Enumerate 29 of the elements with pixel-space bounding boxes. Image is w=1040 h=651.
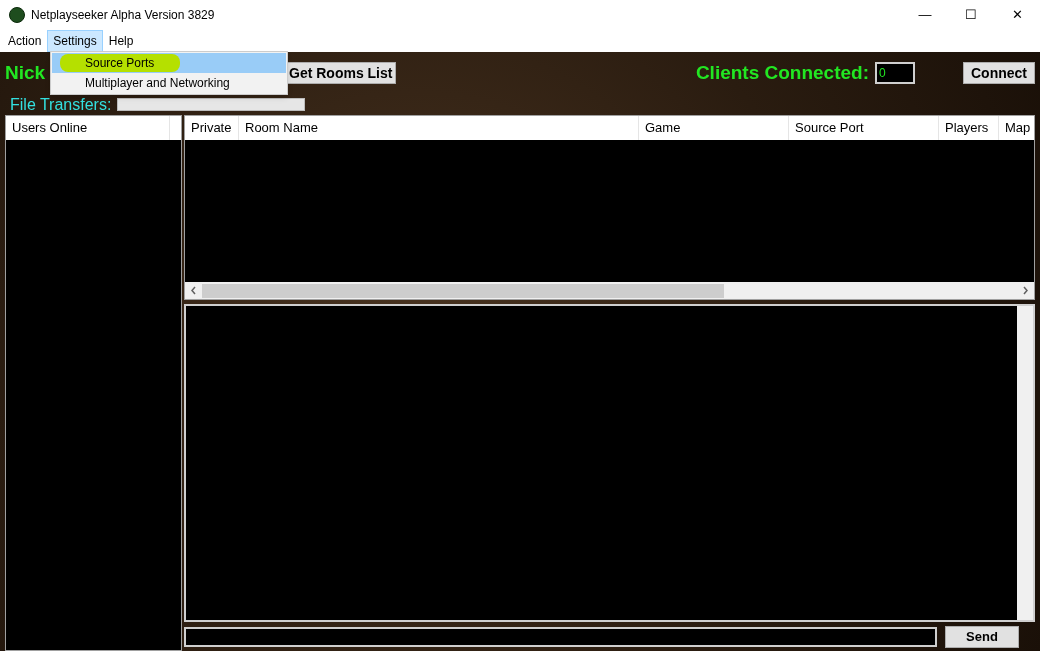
- message-input-field[interactable]: [184, 626, 937, 647]
- window-title: Netplayseeker Alpha Version 3829: [31, 7, 215, 24]
- clients-connected-label: Clients Connected:: [695, 60, 869, 85]
- scrollbar-thumb[interactable]: [202, 283, 724, 298]
- column-header[interactable]: Game: [639, 116, 789, 140]
- vertical-scrollbar[interactable]: [1017, 306, 1033, 620]
- send-button[interactable]: Send: [945, 625, 1019, 648]
- scroll-left-icon[interactable]: [190, 286, 197, 295]
- clients-count-field[interactable]: 0: [875, 62, 915, 84]
- menu-item[interactable]: Help: [102, 30, 140, 52]
- close-button[interactable]: ✕: [994, 0, 1040, 30]
- dropdown-item[interactable]: Source Ports: [52, 53, 286, 73]
- column-header[interactable]: Private: [185, 116, 239, 140]
- minimize-button[interactable]: —: [902, 0, 948, 30]
- menu-item[interactable]: Action: [2, 30, 48, 52]
- maximize-button[interactable]: ☐: [948, 0, 994, 30]
- app-logo-icon: [9, 7, 25, 23]
- file-transfers-label: File Transfers:: [10, 94, 112, 115]
- scroll-right-icon[interactable]: [1022, 286, 1029, 295]
- connect-button[interactable]: Connect: [963, 62, 1035, 84]
- column-header[interactable]: Players: [939, 116, 999, 140]
- column-header[interactable]: Map: [999, 116, 1034, 140]
- get-rooms-button[interactable]: Get Rooms List: [285, 62, 397, 84]
- column-header[interactable]: Room Name: [239, 116, 639, 140]
- dropdown-item[interactable]: Multiplayer and Networking: [52, 73, 286, 93]
- nick-label: Nick: [5, 61, 46, 83]
- column-header[interactable]: Source Port: [789, 116, 939, 140]
- menu-item[interactable]: Settings: [47, 30, 103, 52]
- horizontal-scrollbar[interactable]: [185, 282, 1034, 299]
